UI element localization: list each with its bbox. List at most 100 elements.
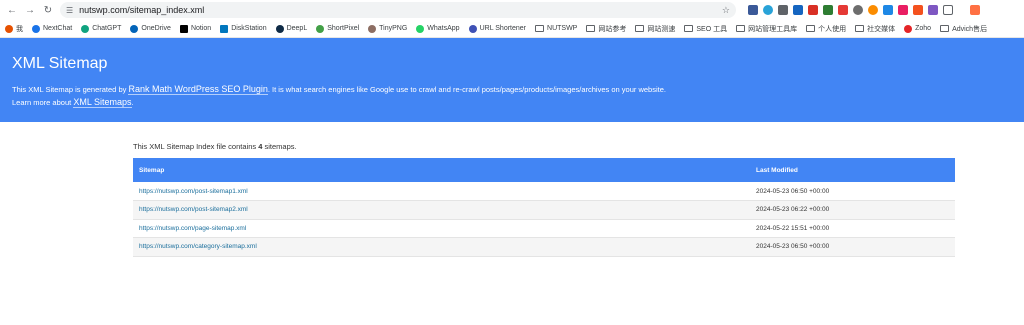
table-row: https://nutswp.com/post-sitemap1.xml 202… (133, 182, 955, 201)
bookmark-folder[interactable]: SEO 工具 (684, 24, 727, 34)
bookmark-item[interactable]: ChatGPT (81, 24, 122, 33)
extension-icon[interactable] (823, 5, 833, 15)
folder-icon (736, 25, 746, 32)
bookmark-label: DeepL (286, 25, 308, 32)
reload-icon[interactable]: ↻ (42, 4, 54, 16)
extension-icon[interactable] (928, 5, 938, 15)
folder-icon (535, 25, 545, 32)
bookmark-favicon (904, 24, 913, 33)
sitemap-table: Sitemap Last Modified https://nutswp.com… (133, 158, 955, 257)
bookmark-folder[interactable]: 网站管理工具库 (736, 24, 797, 34)
sitemap-cell: https://nutswp.com/post-sitemap1.xml (133, 182, 750, 201)
sitemap-link[interactable]: https://nutswp.com/post-sitemap2.xml (139, 206, 248, 213)
bookmark-favicon (468, 24, 477, 33)
mail-icon[interactable] (778, 5, 788, 15)
bookmarks-bar: 我 NextChat ChatGPT OneDrive Notion DiskS… (0, 20, 1024, 38)
bookmark-item[interactable]: Zoho (904, 24, 932, 33)
xml-sitemaps-link[interactable]: XML Sitemaps (73, 97, 132, 108)
bookmark-label: 我 (16, 25, 23, 33)
bookmark-folder[interactable]: 个人使用 (806, 24, 846, 34)
bookmark-folder[interactable]: 网站参考 (586, 24, 626, 34)
last-modified-cell: 2024-05-22 15:51 +00:00 (750, 219, 955, 238)
folder-icon (806, 25, 816, 32)
extension-icon[interactable] (853, 5, 863, 15)
extension-icon[interactable] (748, 5, 758, 15)
extension-icon[interactable] (868, 5, 878, 15)
sitemap-cell: https://nutswp.com/page-sitemap.xml (133, 219, 750, 238)
bookmark-folder[interactable]: 网站测速 (635, 24, 675, 34)
bookmark-favicon (32, 24, 40, 33)
back-icon[interactable]: ← (6, 4, 18, 16)
bookmark-item[interactable]: DeepL (275, 24, 308, 33)
folder-icon (586, 25, 596, 32)
extension-icon[interactable] (763, 5, 773, 15)
address-bar-url[interactable]: nutswp.com/sitemap_index.xml (79, 5, 716, 15)
address-bar[interactable]: ☰ nutswp.com/sitemap_index.xml ☆ (60, 2, 736, 18)
bookmark-label: TinyPNG (379, 25, 408, 32)
bookmark-item[interactable]: OneDrive (130, 24, 171, 33)
bookmark-label: 社交媒体 (867, 25, 896, 33)
sitemap-count: 4 (258, 142, 263, 151)
bookmark-item[interactable]: ShortPixel (316, 24, 359, 33)
puzzle-icon[interactable] (943, 5, 953, 15)
bookmark-item[interactable]: Notion (179, 24, 212, 33)
bookmark-favicon (179, 24, 188, 33)
bookmark-item[interactable]: 我 (5, 24, 23, 34)
extension-icon[interactable] (913, 5, 923, 15)
browser-toolbar: ← → ↻ ☰ nutswp.com/sitemap_index.xml ☆ (0, 0, 1024, 20)
bookmark-label: 网站参考 (598, 25, 627, 33)
count-suffix: sitemaps. (264, 142, 297, 151)
bookmark-item[interactable]: URL Shortener (468, 24, 527, 33)
bookmark-label: Advich售后 (952, 25, 988, 33)
bookmark-favicon (275, 24, 284, 33)
description-prefix: This XML Sitemap is generated by (12, 85, 127, 94)
count-prefix: This XML Sitemap Index file contains (133, 142, 257, 151)
sitemap-link[interactable]: https://nutswp.com/post-sitemap1.xml (139, 188, 248, 195)
forward-icon[interactable]: → (24, 4, 36, 16)
bookmark-star-icon[interactable]: ☆ (722, 5, 730, 16)
bookmark-label: DiskStation (231, 25, 267, 32)
bookmark-label: 网站测速 (647, 25, 676, 33)
bookmark-label: ChatGPT (92, 25, 122, 32)
sitemap-link[interactable]: https://nutswp.com/category-sitemap.xml (139, 243, 257, 250)
bookmark-item[interactable]: DiskStation (220, 24, 267, 33)
bookmark-favicon (220, 24, 229, 33)
bookmark-folder[interactable]: NUTSWP (535, 25, 577, 32)
site-info-icon[interactable]: ☰ (66, 6, 73, 15)
sitemap-cell: https://nutswp.com/category-sitemap.xml (133, 237, 750, 257)
header-description: This XML Sitemap is generated by Rank Ma… (12, 83, 1012, 96)
extension-icon[interactable] (838, 5, 848, 15)
table-row: https://nutswp.com/page-sitemap.xml 2024… (133, 219, 955, 238)
last-modified-cell: 2024-05-23 06:50 +00:00 (750, 182, 955, 201)
bookmark-label: Notion (190, 25, 212, 32)
bookmark-folder[interactable]: 社交媒体 (855, 24, 895, 34)
bookmark-label: 网站管理工具库 (748, 25, 798, 33)
bookmark-label: URL Shortener (479, 25, 527, 32)
extension-icon[interactable] (808, 5, 818, 15)
table-row: https://nutswp.com/category-sitemap.xml … (133, 237, 955, 257)
extension-icon[interactable] (793, 5, 803, 15)
extensions-bar (748, 5, 980, 15)
extension-icon[interactable] (898, 5, 908, 15)
sitemap-link[interactable]: https://nutswp.com/page-sitemap.xml (139, 225, 246, 232)
sitemap-content: This XML Sitemap Index file contains 4 s… (133, 142, 955, 257)
bookmark-label: SEO 工具 (696, 25, 728, 33)
learn-more-suffix: . (131, 98, 134, 107)
rank-math-link[interactable]: Rank Math WordPress SEO Plugin (128, 84, 268, 95)
bookmark-favicon (130, 24, 139, 33)
bookmark-label: 个人使用 (818, 25, 847, 33)
table-row: https://nutswp.com/post-sitemap2.xml 202… (133, 200, 955, 220)
bookmark-item[interactable]: TinyPNG (368, 24, 408, 33)
last-modified-cell: 2024-05-23 06:22 +00:00 (750, 200, 955, 220)
page-title: XML Sitemap (12, 55, 108, 72)
bookmark-label: Zoho (915, 25, 932, 32)
bookmark-item[interactable]: NextChat (32, 24, 73, 33)
folder-icon (940, 25, 950, 32)
extension-icon[interactable] (970, 5, 980, 15)
extension-icon[interactable] (883, 5, 893, 15)
bookmark-label: WhatsApp (427, 25, 460, 32)
bookmark-label: NextChat (43, 25, 73, 32)
bookmark-folder[interactable]: Advich售后 (940, 24, 987, 34)
bookmark-item[interactable]: WhatsApp (416, 24, 460, 33)
sitemap-header: XML Sitemap This XML Sitemap is generate… (0, 38, 1024, 122)
